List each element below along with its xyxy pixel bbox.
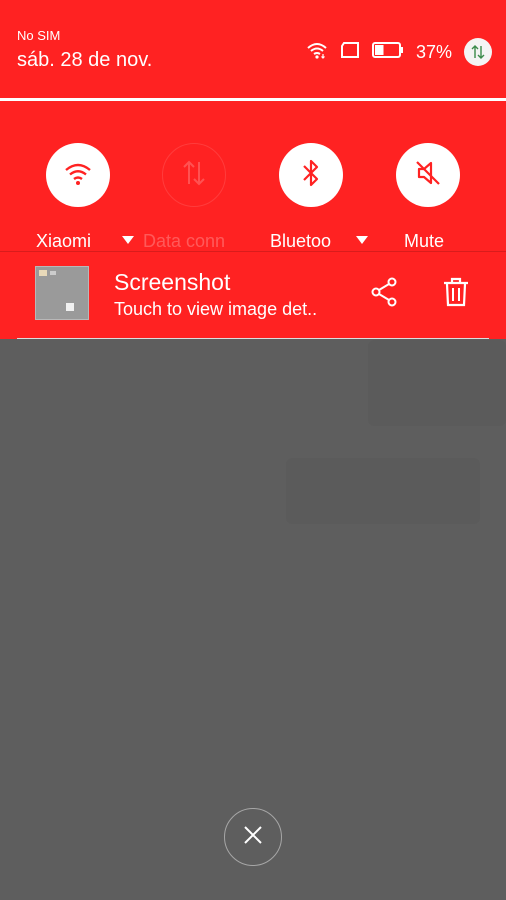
background-shape <box>368 340 506 426</box>
wifi-tile[interactable] <box>46 143 110 207</box>
battery-fill <box>374 44 384 55</box>
mute-tile[interactable] <box>396 143 460 207</box>
delete-icon <box>443 277 469 312</box>
screenshot-thumbnail[interactable] <box>35 266 89 320</box>
mute-icon <box>413 158 443 193</box>
wifi-dropdown-icon[interactable] <box>122 236 134 244</box>
status-icons: 37% <box>306 38 492 66</box>
delete-button[interactable] <box>438 276 474 312</box>
quick-settings-panel: Xiaomi Data conn Bluetoo Mute <box>0 101 506 251</box>
carrier-label: No SIM <box>17 28 61 43</box>
notification-title: Screenshot <box>114 269 231 295</box>
share-icon <box>370 277 398 312</box>
data-toggle-icon[interactable] <box>464 38 492 66</box>
wifi-icon <box>63 160 93 191</box>
data-arrows-icon <box>179 158 209 193</box>
tile-label-bluetooth: Bluetoo <box>270 231 332 251</box>
share-button[interactable] <box>366 276 402 312</box>
background-shape <box>286 458 480 524</box>
battery-percent: 37% <box>415 41 452 62</box>
tile-label-mute: Mute <box>404 231 445 251</box>
notification-divider <box>17 338 489 339</box>
sim-card-icon <box>340 41 360 63</box>
bluetooth-dropdown-icon[interactable] <box>356 236 368 244</box>
data-connection-tile[interactable] <box>162 143 226 207</box>
notification-text: Touch to view image det.. <box>114 299 318 319</box>
close-button[interactable] <box>224 808 282 866</box>
bluetooth-icon <box>300 158 322 193</box>
close-icon <box>242 824 264 851</box>
date-label: sáb. 28 de nov. <box>17 49 153 71</box>
screenshot-notification[interactable]: Screenshot Touch to view image det.. <box>0 251 506 339</box>
tile-label-wifi: Xiaomi <box>36 231 92 251</box>
battery-icon <box>371 41 404 63</box>
bluetooth-tile[interactable] <box>279 143 343 207</box>
status-header: No SIM sáb. 28 de nov. 37% <box>0 0 506 101</box>
wifi-icon <box>306 41 328 64</box>
tile-label-data: Data conn <box>143 231 226 251</box>
